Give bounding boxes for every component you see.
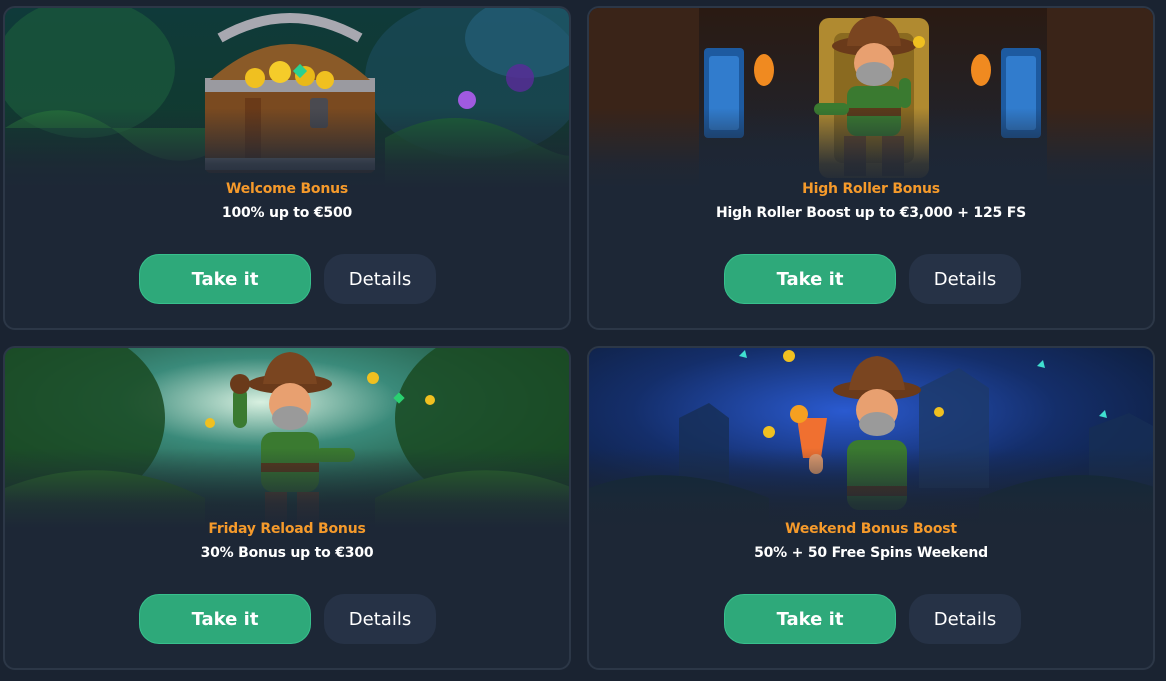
details-button[interactable]: Details <box>324 254 436 304</box>
bonus-title: Friday Reload Bonus <box>208 521 366 537</box>
bonus-card-welcome: Welcome Bonus 100% up to €500 Take it De… <box>3 6 571 330</box>
bonus-description: High Roller Boost up to €3,000 + 125 FS <box>716 205 1026 221</box>
details-button[interactable]: Details <box>324 594 436 644</box>
take-it-button[interactable]: Take it <box>724 594 896 644</box>
bonus-grid: Welcome Bonus 100% up to €500 Take it De… <box>0 0 1166 681</box>
bonus-title: Weekend Bonus Boost <box>785 521 957 537</box>
explorer-on-throne-image <box>589 8 1153 188</box>
explorer-cocktail-image <box>589 348 1153 528</box>
bonus-description: 50% + 50 Free Spins Weekend <box>754 545 988 561</box>
bonus-card-weekend-boost: Weekend Bonus Boost 50% + 50 Free Spins … <box>587 346 1155 670</box>
bonus-description: 30% Bonus up to €300 <box>200 545 374 561</box>
details-button[interactable]: Details <box>909 254 1021 304</box>
bonus-card-high-roller: High Roller Bonus High Roller Boost up t… <box>587 6 1155 330</box>
details-button[interactable]: Details <box>909 594 1021 644</box>
take-it-button[interactable]: Take it <box>724 254 896 304</box>
take-it-button[interactable]: Take it <box>139 594 311 644</box>
bonus-description: 100% up to €500 <box>221 205 353 221</box>
take-it-button[interactable]: Take it <box>139 254 311 304</box>
bonus-card-friday-reload: Friday Reload Bonus 30% Bonus up to €300… <box>3 346 571 670</box>
bonus-title: Welcome Bonus <box>225 181 349 197</box>
bonus-title: High Roller Bonus <box>802 181 940 197</box>
explorer-cheering-image <box>5 348 569 528</box>
treasure-chest-image <box>5 8 569 188</box>
